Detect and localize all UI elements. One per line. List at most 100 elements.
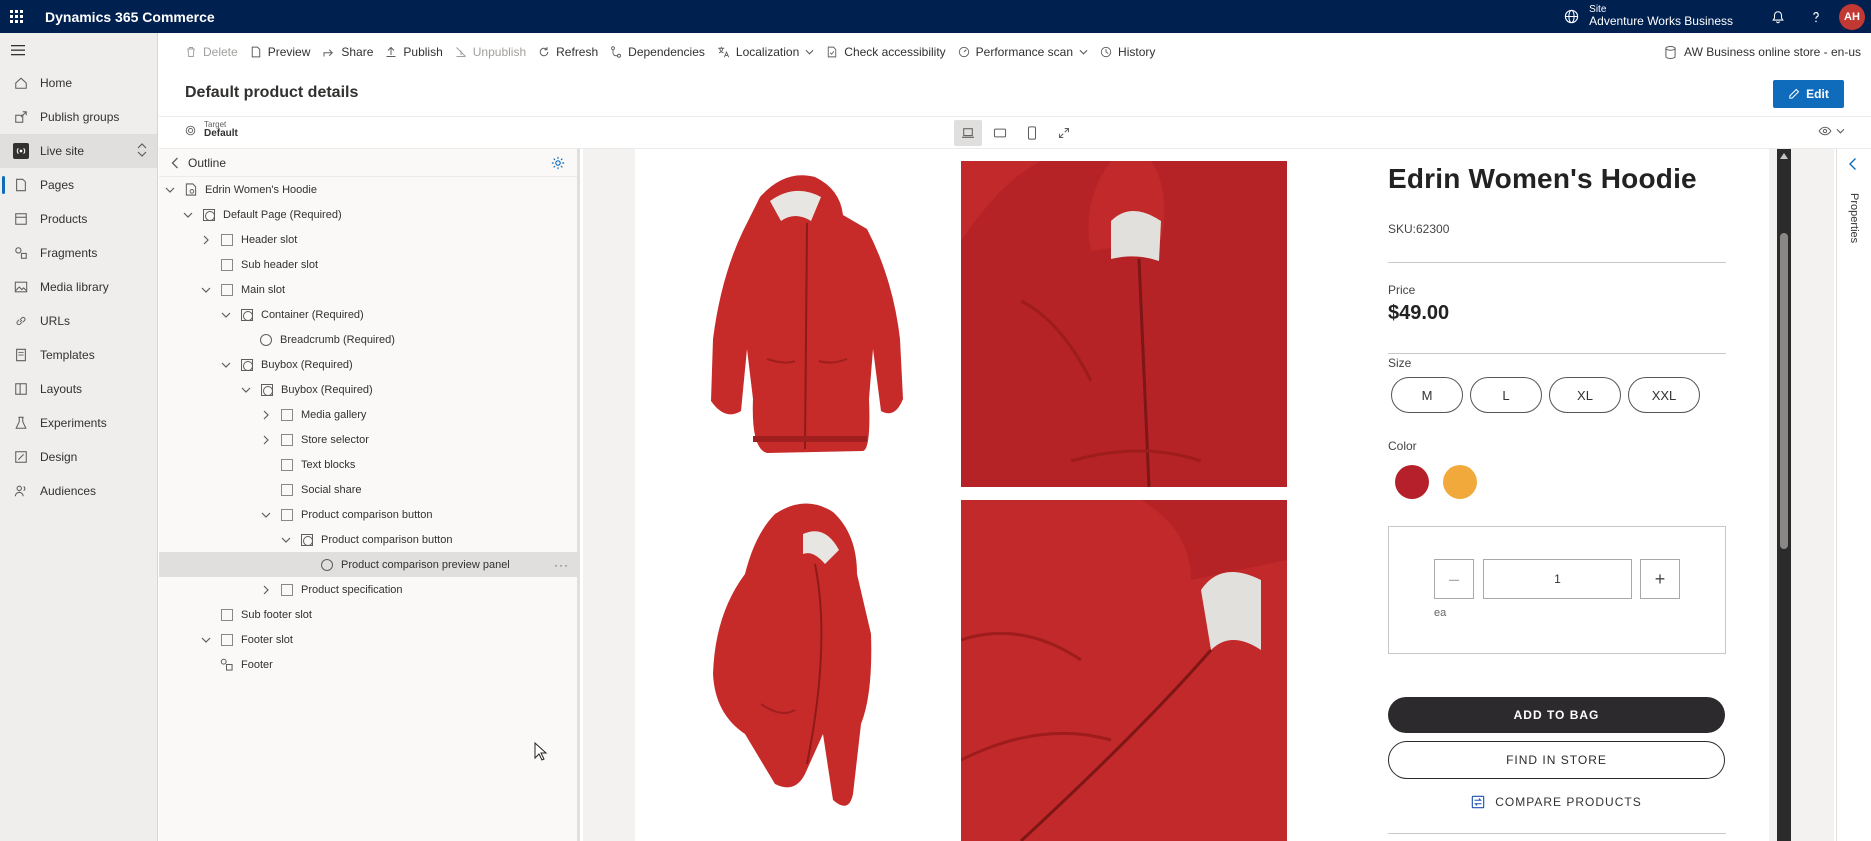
chevron-down-icon[interactable] bbox=[200, 634, 212, 646]
preview-button[interactable]: Preview bbox=[250, 45, 310, 59]
tree-node-footer[interactable]: Footer bbox=[159, 652, 577, 677]
app-launcher-button[interactable] bbox=[0, 0, 33, 33]
help-button[interactable] bbox=[1797, 0, 1835, 33]
store-selector[interactable]: AW Business online store - en-us bbox=[1665, 33, 1861, 71]
tree-node-sub-footer-slot[interactable]: Sub footer slot bbox=[159, 602, 577, 627]
tree-node-footer-slot[interactable]: Footer slot bbox=[159, 627, 577, 652]
mobile-view-button[interactable] bbox=[1018, 120, 1046, 146]
size-option-l[interactable]: L bbox=[1470, 377, 1542, 413]
find-in-store-button[interactable]: FIND IN STORE bbox=[1388, 741, 1725, 779]
tree-node-breadcrumb[interactable]: Breadcrumb (Required) bbox=[159, 327, 577, 352]
nav-item-experiments[interactable]: Experiments bbox=[0, 406, 157, 440]
nav-item-layouts[interactable]: Layouts bbox=[0, 372, 157, 406]
fullscreen-button[interactable] bbox=[1050, 120, 1078, 146]
history-button[interactable]: History bbox=[1100, 45, 1155, 59]
scrollbar-thumb[interactable] bbox=[1780, 233, 1788, 549]
quantity-input[interactable]: 1 bbox=[1483, 559, 1632, 599]
publish-button[interactable]: Publish bbox=[385, 45, 443, 59]
nav-item-pages[interactable]: Pages bbox=[0, 168, 157, 202]
nav-item-live-site[interactable]: Live site bbox=[0, 134, 157, 168]
edit-button[interactable]: Edit bbox=[1773, 80, 1844, 108]
properties-tab[interactable]: Properties bbox=[1848, 193, 1860, 243]
scroll-up-arrow-icon[interactable] bbox=[1780, 153, 1788, 159]
tablet-landscape-view-button[interactable] bbox=[986, 120, 1014, 146]
add-to-bag-button[interactable]: ADD TO BAG bbox=[1388, 697, 1725, 733]
avatar[interactable]: AH bbox=[1839, 3, 1865, 30]
nav-item-audiences[interactable]: Audiences bbox=[0, 474, 157, 508]
tree-node-media-gallery[interactable]: Media gallery bbox=[159, 402, 577, 427]
chevron-down-icon[interactable] bbox=[260, 509, 272, 521]
chevron-down-icon[interactable] bbox=[220, 309, 232, 321]
tree-node-label: Main slot bbox=[241, 283, 286, 296]
nav-item-label: URLs bbox=[40, 314, 71, 328]
nav-item-fragments[interactable]: Fragments bbox=[0, 236, 157, 270]
tree-node-product-comparison-slot[interactable]: Product comparison button bbox=[159, 502, 577, 527]
tree-node-sub-header-slot[interactable]: Sub header slot bbox=[159, 252, 577, 277]
tree-node-default-page[interactable]: Default Page (Required) bbox=[159, 202, 577, 227]
nav-item-templates[interactable]: Templates bbox=[0, 338, 157, 372]
size-option-xl[interactable]: XL bbox=[1549, 377, 1621, 413]
nav-item-media-library[interactable]: Media library bbox=[0, 270, 157, 304]
size-option-m[interactable]: M bbox=[1391, 377, 1463, 413]
chevron-right-icon[interactable] bbox=[260, 434, 272, 446]
chevron-right-icon[interactable] bbox=[260, 584, 272, 596]
nav-item-urls[interactable]: URLs bbox=[0, 304, 157, 338]
chevron-down-icon[interactable] bbox=[182, 209, 194, 221]
nav-item-products[interactable]: Products bbox=[0, 202, 157, 236]
expand-collapse-icon[interactable] bbox=[137, 143, 147, 157]
nav-toggle-button[interactable] bbox=[0, 33, 157, 66]
chevron-right-icon[interactable] bbox=[200, 234, 212, 246]
tree-node-container[interactable]: Container (Required) bbox=[159, 302, 577, 327]
check-accessibility-button[interactable]: Check accessibility bbox=[826, 45, 946, 59]
chevron-down-icon[interactable] bbox=[240, 384, 252, 396]
product-image-front[interactable] bbox=[635, 149, 953, 479]
chevron-down-icon[interactable] bbox=[280, 534, 292, 546]
tree-node-product-comparison-preview-panel[interactable]: Product comparison preview panel ··· bbox=[159, 552, 577, 577]
tree-node-buybox[interactable]: Buybox (Required) bbox=[159, 352, 577, 377]
app-title[interactable]: Dynamics 365 Commerce bbox=[45, 9, 215, 25]
notifications-button[interactable] bbox=[1759, 0, 1797, 33]
chevron-down-icon[interactable] bbox=[164, 184, 176, 196]
chevron-right-icon[interactable] bbox=[260, 409, 272, 421]
product-image-hood-closeup[interactable] bbox=[961, 161, 1287, 487]
visibility-toggle[interactable] bbox=[1818, 126, 1845, 136]
target-selector[interactable]: Target Default bbox=[185, 120, 238, 140]
performance-scan-button[interactable]: Performance scan bbox=[958, 45, 1088, 59]
tree-node-page-root[interactable]: Edrin Women's Hoodie bbox=[159, 177, 577, 202]
nav-item-home[interactable]: Home bbox=[0, 66, 157, 100]
chevron-left-icon[interactable] bbox=[171, 157, 179, 169]
tree-node-text-blocks[interactable]: Text blocks bbox=[159, 452, 577, 477]
localization-button[interactable]: Localization bbox=[717, 45, 814, 59]
preview-scrollbar[interactable] bbox=[1777, 149, 1791, 841]
compare-products-button[interactable]: COMPARE PRODUCTS bbox=[1388, 792, 1725, 812]
tree-node-social-share[interactable]: Social share bbox=[159, 477, 577, 502]
tree-node-product-comparison-button[interactable]: Product comparison button bbox=[159, 527, 577, 552]
tree-node-buybox-inner[interactable]: Buybox (Required) bbox=[159, 377, 577, 402]
unpublish-button[interactable]: Unpublish bbox=[455, 45, 526, 59]
more-options-icon[interactable]: ··· bbox=[554, 558, 569, 572]
nav-item-publish-groups[interactable]: Publish groups bbox=[0, 100, 157, 134]
nav-item-design[interactable]: Design bbox=[0, 440, 157, 474]
share-button[interactable]: Share bbox=[322, 45, 373, 59]
quantity-decrease-button[interactable]: – bbox=[1434, 559, 1474, 599]
tree-node-product-specification[interactable]: Product specification bbox=[159, 577, 577, 602]
product-image-zipper-closeup[interactable] bbox=[961, 500, 1287, 841]
size-option-xxl[interactable]: XXL bbox=[1628, 377, 1700, 413]
site-selector[interactable]: Site Adventure Works Business bbox=[1564, 4, 1733, 28]
desktop-view-button[interactable] bbox=[954, 120, 982, 146]
tree-node-header-slot[interactable]: Header slot bbox=[159, 227, 577, 252]
chevron-down-icon[interactable] bbox=[200, 284, 212, 296]
chevron-down-icon[interactable] bbox=[220, 359, 232, 371]
chevron-left-icon[interactable] bbox=[1848, 157, 1857, 171]
color-swatch-orange[interactable] bbox=[1443, 465, 1477, 499]
color-swatch-red[interactable] bbox=[1395, 465, 1429, 499]
product-image-side[interactable] bbox=[635, 494, 953, 839]
delete-button[interactable]: Delete bbox=[185, 45, 238, 59]
gear-icon[interactable] bbox=[551, 156, 565, 170]
dependencies-button[interactable]: Dependencies bbox=[610, 45, 705, 59]
tree-node-main-slot[interactable]: Main slot bbox=[159, 277, 577, 302]
quantity-increase-button[interactable]: + bbox=[1640, 559, 1680, 599]
module-circle-icon bbox=[320, 558, 333, 571]
tree-node-store-selector[interactable]: Store selector bbox=[159, 427, 577, 452]
refresh-button[interactable]: Refresh bbox=[538, 45, 598, 59]
